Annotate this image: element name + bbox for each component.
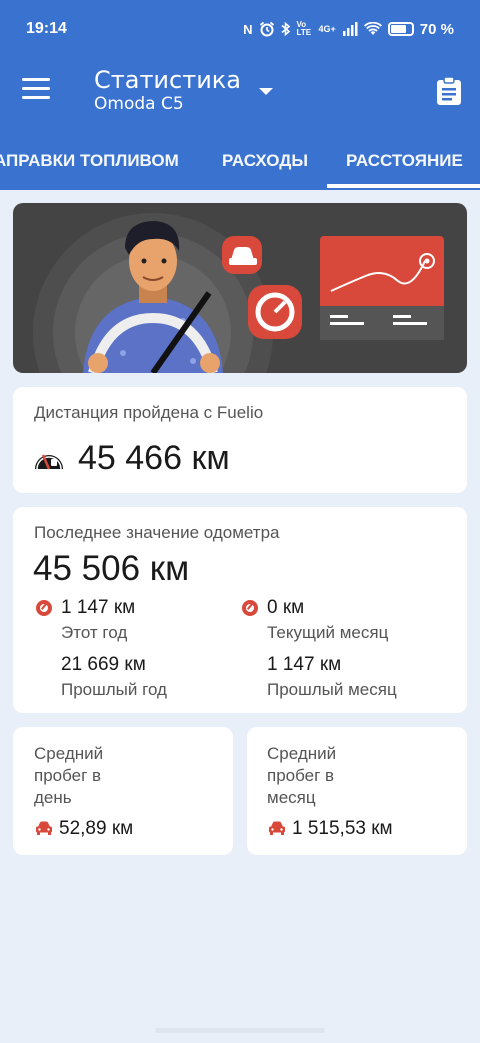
current-month-value: 0 км (267, 597, 305, 618)
distance-label: Дистанция пройдена с Fuelio (34, 403, 264, 422)
vehicle-name: Omoda C5 (94, 94, 184, 114)
odometer-icon (36, 600, 52, 616)
avg-per-day-label: Средний пробег в день (34, 744, 104, 807)
header-illustration (13, 203, 467, 373)
page-title: Статистика (94, 66, 241, 94)
menu-icon[interactable] (22, 78, 50, 102)
last-year-label: Прошлый год (61, 680, 167, 699)
wifi-icon (363, 22, 382, 35)
tab-bar: АПРАВКИ ТОПЛИВОМ РАСХОДЫ РАССТОЯНИЕ (0, 126, 480, 190)
last-month-label: Прошлый месяц (267, 680, 397, 699)
last-year-value: 21 669 км (61, 654, 146, 675)
gesture-handle[interactable] (155, 1028, 325, 1033)
car-icon (36, 821, 52, 835)
status-time: 19:14 (26, 20, 67, 37)
signal-icon (342, 22, 358, 36)
clipboard-icon[interactable] (436, 76, 462, 106)
odometer-label: Последнее значение одометра (34, 523, 280, 542)
avg-per-month-card: Средний пробег в месяц 1 515,53 км (247, 727, 467, 855)
this-year-value: 1 147 км (61, 597, 136, 618)
distance-card: Дистанция пройдена с Fuelio 45 466 км (13, 387, 467, 493)
bluetooth-icon (281, 21, 290, 37)
battery-level: 70 % (419, 20, 454, 38)
app-bar: Статистика Omoda C5 (0, 58, 480, 126)
active-tab-indicator (327, 184, 480, 188)
volte-icon: Vo LTE (296, 20, 312, 37)
tab-expenses[interactable]: РАСХОДЫ (222, 126, 308, 190)
avg-per-day-value: 52,89 км (59, 818, 134, 839)
avg-per-day-card: Средний пробег в день 52,89 км (13, 727, 233, 855)
status-bar: 19:14 N Vo LTE 4G+ 70 % (0, 0, 480, 58)
avg-per-month-label: Средний пробег в месяц (267, 744, 337, 807)
odometer-icon (242, 600, 258, 616)
odometer-card: Последнее значение одометра 45 506 км 1 … (13, 507, 467, 713)
network-type-icon: 4G+ (318, 24, 336, 34)
distance-value: 45 466 км (78, 439, 230, 477)
car-icon (269, 821, 285, 835)
battery-icon (387, 22, 414, 36)
dropdown-arrow-icon[interactable] (259, 88, 273, 95)
this-year-label: Этот год (61, 623, 128, 642)
last-month-value: 1 147 км (267, 654, 342, 675)
alarm-icon (259, 21, 274, 37)
avg-per-month-value: 1 515,53 км (292, 818, 393, 839)
nfc-icon: N (243, 21, 253, 37)
current-month-label: Текущий месяц (267, 623, 389, 642)
driver-illustration (33, 213, 444, 373)
title-selector[interactable]: Статистика Omoda C5 (94, 66, 241, 114)
tab-refuels[interactable]: АПРАВКИ ТОПЛИВОМ (0, 126, 179, 190)
fuel-gauge-icon (35, 454, 63, 470)
odometer-value: 45 506 км (33, 549, 190, 588)
status-icons: N Vo LTE 4G+ 70 % (243, 21, 454, 38)
tab-distance[interactable]: РАССТОЯНИЕ (346, 126, 463, 190)
